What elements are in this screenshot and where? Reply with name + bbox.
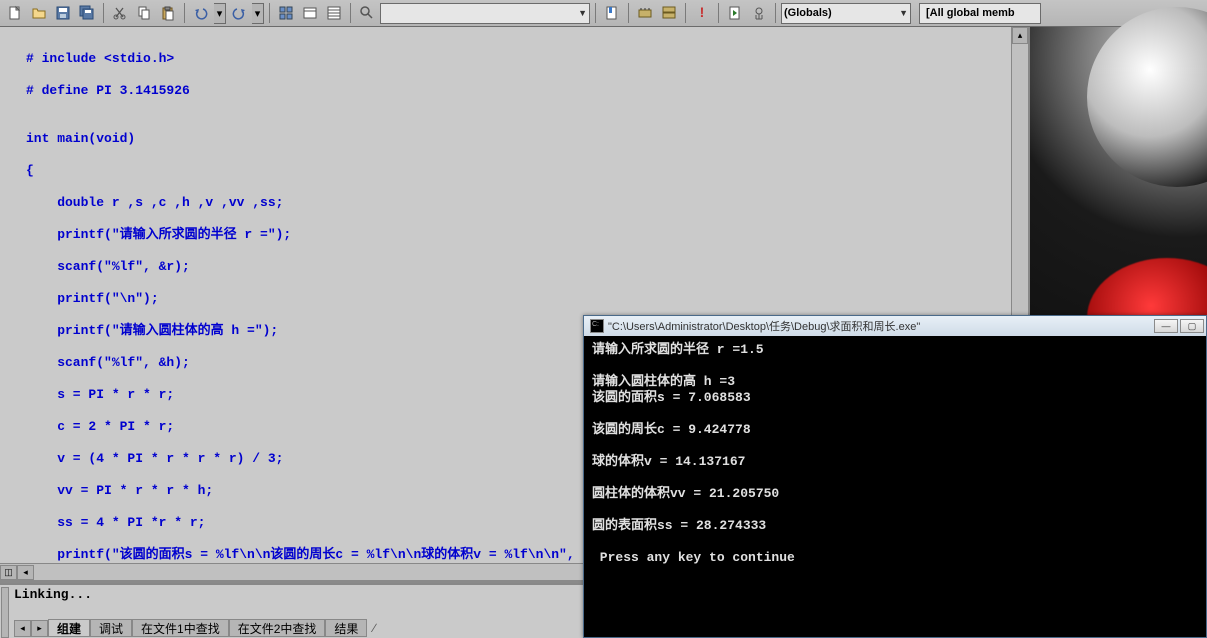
code-line: { <box>26 163 1009 179</box>
redo-icon[interactable] <box>228 2 250 24</box>
bookmark-icon[interactable] <box>601 2 623 24</box>
separator <box>184 3 185 23</box>
console-output[interactable]: 请输入所求圆的半径 r =1.5 请输入圆柱体的高 h =3 该圆的面积s = … <box>584 336 1206 637</box>
maximize-button[interactable]: ▢ <box>1180 319 1204 333</box>
main-toolbar: ▾ ▾ ▼ ! (Globals) ▼ [All global memb <box>0 0 1207 27</box>
console-titlebar[interactable]: "C:\Users\Administrator\Desktop\任务\Debug… <box>584 316 1206 336</box>
save-all-icon[interactable] <box>76 2 98 24</box>
tab-debug[interactable]: 调试 <box>90 619 132 637</box>
separator <box>685 3 686 23</box>
output-icon[interactable] <box>299 2 321 24</box>
output-tab-strip: ◂ ▸ 组建 调试 在文件1中查找 在文件2中查找 结果 ∕ <box>14 618 381 638</box>
tab-scroll-left-icon[interactable]: ◂ <box>14 620 31 637</box>
code-line: scanf("%lf", &r); <box>26 259 1009 275</box>
tab-overflow: ∕ <box>367 621 381 635</box>
tab-find-in-files-2[interactable]: 在文件2中查找 <box>229 619 326 637</box>
copy-icon[interactable] <box>133 2 155 24</box>
code-line: # include <stdio.h> <box>26 51 1009 67</box>
save-icon[interactable] <box>52 2 74 24</box>
members-combo[interactable]: [All global memb <box>919 3 1041 24</box>
scope-value: (Globals) <box>784 7 832 19</box>
svg-text:!: ! <box>700 5 705 20</box>
separator <box>775 3 776 23</box>
minimize-button[interactable]: — <box>1154 319 1178 333</box>
separator <box>628 3 629 23</box>
code-line: printf("请输入所求圆的半径 r ="); <box>26 227 1009 243</box>
console-window: "C:\Users\Administrator\Desktop\任务\Debug… <box>583 315 1207 638</box>
chevron-down-icon: ▼ <box>578 8 587 18</box>
separator <box>350 3 351 23</box>
output-text: Linking... <box>14 587 92 602</box>
cut-icon[interactable] <box>109 2 131 24</box>
undo-dropdown[interactable]: ▾ <box>214 3 226 24</box>
code-line: printf("\n"); <box>26 291 1009 307</box>
console-title-text: "C:\Users\Administrator\Desktop\任务\Debug… <box>608 318 1154 334</box>
code-line: int main(void) <box>26 131 1009 147</box>
open-file-icon[interactable] <box>28 2 50 24</box>
compile-icon[interactable] <box>634 2 656 24</box>
new-file-icon[interactable] <box>4 2 26 24</box>
tab-build[interactable]: 组建 <box>48 619 90 637</box>
split-box-icon[interactable]: ◫ <box>0 565 17 580</box>
redo-dropdown[interactable]: ▾ <box>252 3 264 24</box>
separator <box>269 3 270 23</box>
tab-results[interactable]: 结果 <box>325 619 367 637</box>
scroll-left-icon[interactable]: ◂ <box>17 565 34 580</box>
separator <box>103 3 104 23</box>
code-line: double r ,s ,c ,h ,v ,vv ,ss; <box>26 195 1009 211</box>
window-list-icon[interactable] <box>323 2 345 24</box>
scope-combo[interactable]: (Globals) ▼ <box>781 3 911 24</box>
members-value: [All global memb <box>926 7 1015 19</box>
paste-icon[interactable] <box>157 2 179 24</box>
chevron-down-icon: ▼ <box>899 8 908 18</box>
go-icon[interactable] <box>748 2 770 24</box>
workspace-icon[interactable] <box>275 2 297 24</box>
tab-scroll-right-icon[interactable]: ▸ <box>31 620 48 637</box>
cmd-icon <box>590 319 604 333</box>
wallpaper-orb <box>1087 7 1207 187</box>
execute-icon[interactable] <box>724 2 746 24</box>
scroll-up-icon[interactable]: ▴ <box>1012 27 1028 44</box>
build-icon[interactable] <box>658 2 680 24</box>
code-line: # define PI 3.1415926 <box>26 83 1009 99</box>
find-combo[interactable]: ▼ <box>380 3 590 24</box>
output-dock-handle[interactable] <box>1 587 9 638</box>
find-icon[interactable] <box>356 2 378 24</box>
undo-icon[interactable] <box>190 2 212 24</box>
separator <box>718 3 719 23</box>
separator <box>595 3 596 23</box>
tab-find-in-files-1[interactable]: 在文件1中查找 <box>132 619 229 637</box>
stop-build-icon[interactable]: ! <box>691 2 713 24</box>
